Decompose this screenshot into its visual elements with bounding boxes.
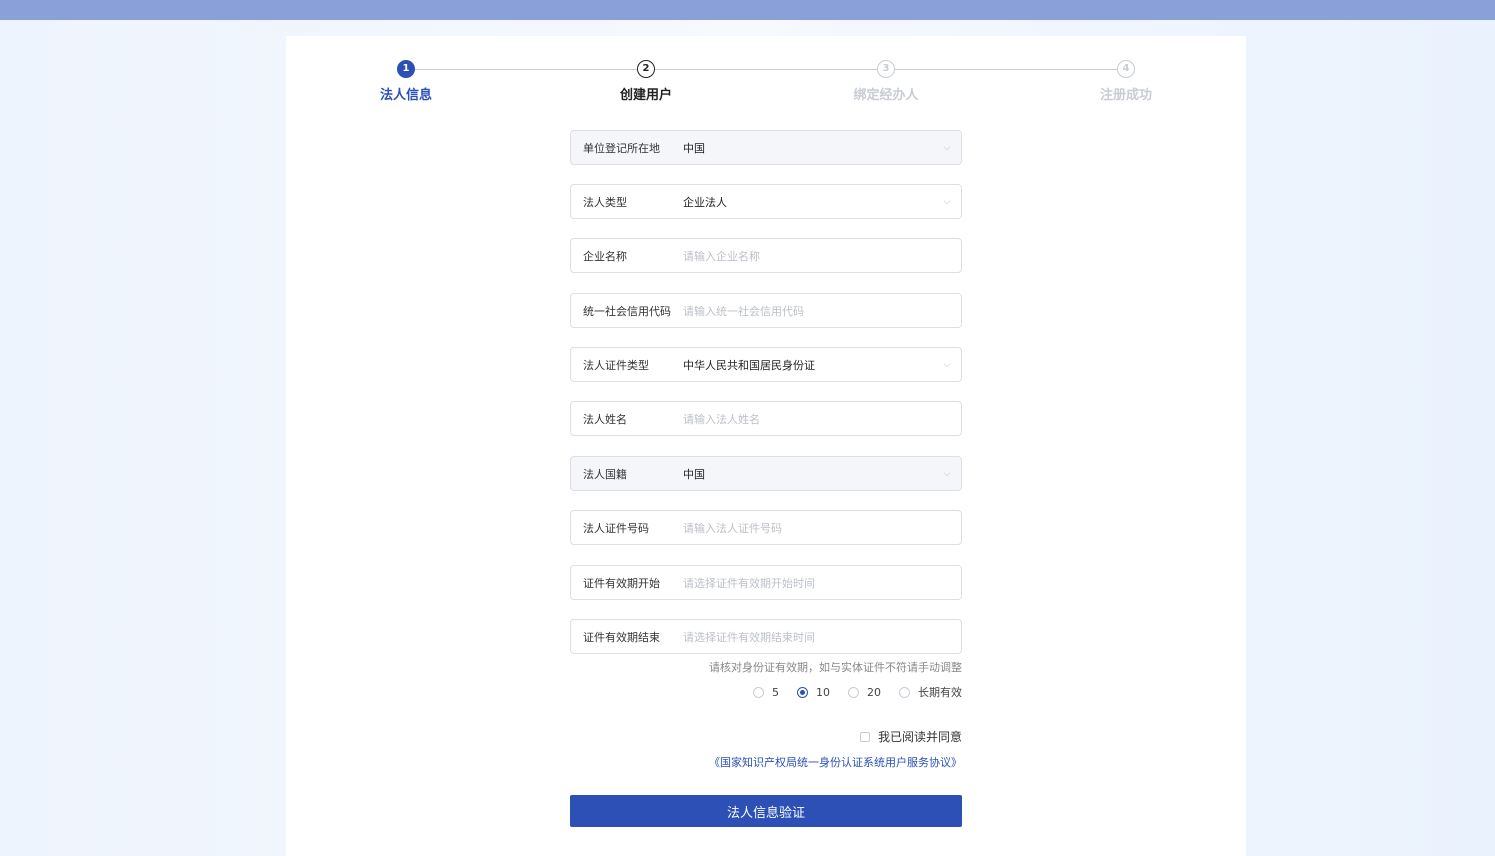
agreement-link[interactable]: 《国家知识产权局统一身份认证系统用户服务协议》 — [570, 754, 962, 770]
stepper: 1 法人信息 2 创建用户 3 绑定经办人 4 注册成功 — [286, 36, 1246, 116]
agreement-checkbox-label: 我已阅读并同意 — [877, 730, 962, 744]
legal-name-label: 法人姓名 — [583, 412, 627, 426]
step-4: 4 注册成功 — [1066, 60, 1186, 103]
credit-code-field[interactable]: 统一社会信用代码 请输入统一社会信用代码 — [570, 293, 962, 328]
valid-start-label: 证件有效期开始 — [583, 576, 660, 590]
valid-end-input[interactable]: 请选择证件有效期结束时间 — [683, 629, 961, 645]
id-number-label: 法人证件号码 — [583, 521, 649, 535]
company-name-label: 企业名称 — [583, 249, 627, 263]
valid-start-field[interactable]: 证件有效期开始 请选择证件有效期开始时间 — [570, 565, 962, 600]
validity-option-label: 5 — [772, 685, 779, 699]
step-1-number: 1 — [397, 60, 415, 78]
id-number-field[interactable]: 法人证件号码 请输入法人证件号码 — [570, 510, 962, 545]
stepper-line — [415, 69, 1125, 70]
step-1: 1 法人信息 — [346, 60, 466, 103]
validity-option-10[interactable]: 10 — [797, 686, 830, 699]
radio-icon — [753, 686, 764, 698]
validity-radio-group: 5 10 20 长期有效 — [570, 684, 962, 700]
chevron-down-icon: ⌵ — [943, 359, 951, 370]
validity-option-label: 10 — [816, 685, 830, 699]
radio-icon — [848, 686, 859, 698]
credit-code-input[interactable]: 请输入统一社会信用代码 — [683, 303, 961, 319]
verify-submit-button[interactable]: 法人信息验证 — [570, 795, 962, 827]
step-3: 3 绑定经办人 — [826, 60, 946, 103]
agreement-checkbox-row[interactable]: 我已阅读并同意 — [570, 728, 962, 745]
company-name-input[interactable]: 请输入企业名称 — [683, 248, 961, 264]
valid-end-label: 证件有效期结束 — [583, 630, 660, 644]
validity-hint: 请核对身份证有效期，如与实体证件不符请手动调整 — [709, 661, 962, 674]
validity-option-permanent[interactable]: 长期有效 — [899, 684, 962, 700]
id-type-label: 法人证件类型 — [583, 358, 649, 372]
entity-type-select[interactable]: 法人类型 企业法人 ⌵ — [570, 184, 962, 219]
validity-option-label: 20 — [867, 685, 881, 699]
radio-icon — [899, 686, 910, 698]
validity-option-5[interactable]: 5 — [753, 686, 779, 699]
step-3-number: 3 — [877, 60, 895, 78]
id-number-input[interactable]: 请输入法人证件号码 — [683, 520, 961, 536]
nationality-value: 中国 — [683, 467, 705, 481]
step-1-label: 法人信息 — [379, 88, 432, 103]
radio-checked-icon — [797, 686, 808, 698]
region-label: 单位登记所在地 — [583, 141, 660, 155]
checkbox-icon[interactable] — [859, 731, 870, 742]
entity-type-label: 法人类型 — [583, 195, 627, 209]
registration-card: 1 法人信息 2 创建用户 3 绑定经办人 4 注册成功 单位登记所在地 中国 … — [286, 36, 1246, 856]
id-type-select[interactable]: 法人证件类型 中华人民共和国居民身份证 ⌵ — [570, 347, 962, 382]
entity-type-value: 企业法人 — [683, 195, 727, 209]
chevron-down-icon: ⌵ — [943, 142, 951, 153]
step-2-number: 2 — [637, 60, 655, 78]
region-value: 中国 — [683, 141, 705, 155]
chevron-down-icon: ⌵ — [943, 196, 951, 207]
nationality-select[interactable]: 法人国籍 中国 ⌵ — [570, 456, 962, 491]
chevron-down-icon: ⌵ — [943, 468, 951, 479]
legal-name-input[interactable]: 请输入法人姓名 — [683, 411, 961, 427]
nationality-label: 法人国籍 — [583, 467, 627, 481]
top-bar — [0, 0, 1495, 20]
step-2-label: 创建用户 — [619, 88, 672, 103]
step-3-label: 绑定经办人 — [853, 88, 919, 103]
step-4-number: 4 — [1117, 60, 1135, 78]
legal-name-field[interactable]: 法人姓名 请输入法人姓名 — [570, 401, 962, 436]
valid-end-field[interactable]: 证件有效期结束 请选择证件有效期结束时间 — [570, 619, 962, 654]
region-select[interactable]: 单位登记所在地 中国 ⌵ — [570, 130, 962, 165]
step-4-label: 注册成功 — [1099, 88, 1152, 103]
validity-option-20[interactable]: 20 — [848, 686, 881, 699]
valid-start-input[interactable]: 请选择证件有效期开始时间 — [683, 575, 961, 591]
credit-code-label: 统一社会信用代码 — [583, 304, 671, 318]
step-2: 2 创建用户 — [586, 60, 706, 103]
validity-option-label: 长期有效 — [918, 686, 962, 699]
id-type-value: 中华人民共和国居民身份证 — [683, 358, 815, 372]
company-name-field[interactable]: 企业名称 请输入企业名称 — [570, 238, 962, 273]
